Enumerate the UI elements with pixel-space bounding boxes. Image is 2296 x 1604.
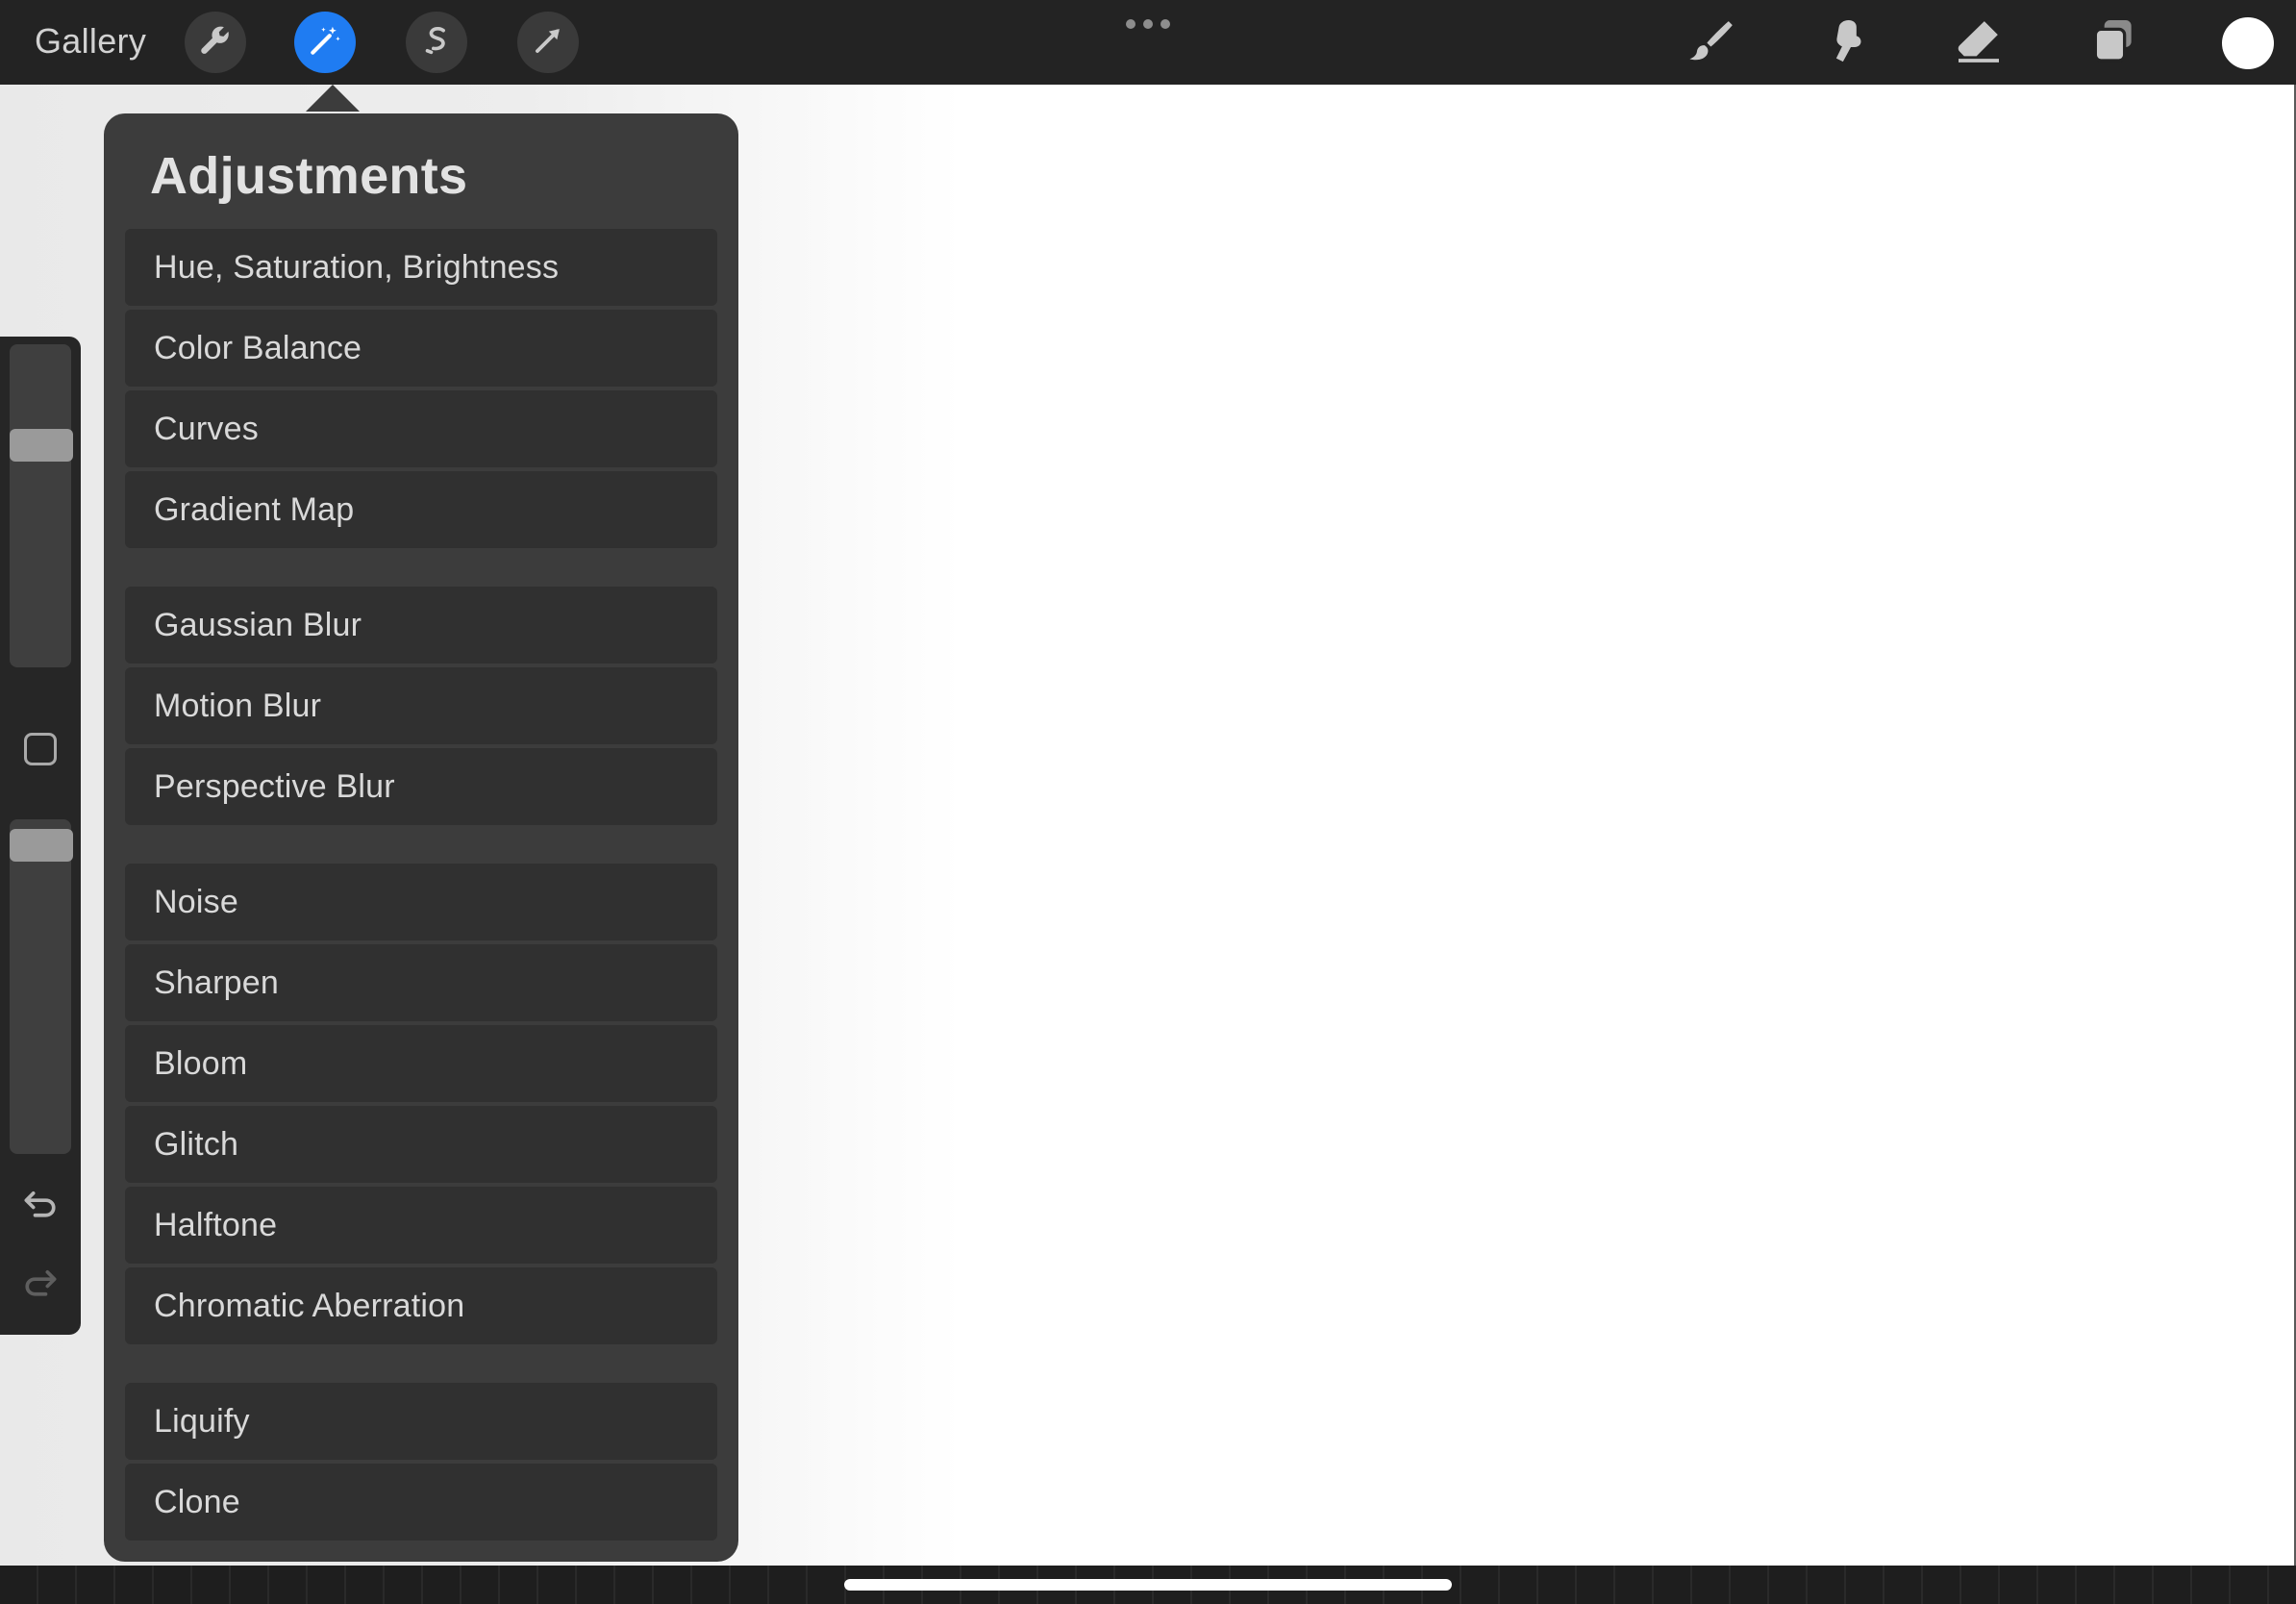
arrow-cursor-icon [530, 22, 566, 63]
menu-item-color-balance[interactable]: Color Balance [125, 310, 717, 387]
layers-button[interactable] [2084, 13, 2142, 71]
opacity-slider[interactable] [10, 819, 71, 1154]
menu-item-hue-saturation-brightness[interactable]: Hue, Saturation, Brightness [125, 229, 717, 306]
left-sidebar [0, 337, 81, 1335]
panel-title: Adjustments [150, 147, 468, 205]
square-icon[interactable] [24, 733, 57, 765]
menu-item-chromatic-aberration[interactable]: Chromatic Aberration [125, 1267, 717, 1344]
actions-button[interactable] [185, 12, 246, 73]
menu-item-noise[interactable]: Noise [125, 864, 717, 940]
layers-icon [2086, 13, 2140, 72]
menu-item-perspective-blur[interactable]: Perspective Blur [125, 748, 717, 825]
menu-item-curves[interactable]: Curves [125, 390, 717, 467]
more-dots-icon[interactable] [1126, 17, 1170, 31]
menu-item-gradient-map[interactable]: Gradient Map [125, 471, 717, 548]
opacity-thumb[interactable] [10, 829, 73, 862]
menu-item-glitch[interactable]: Glitch [125, 1106, 717, 1183]
menu-item-bloom[interactable]: Bloom [125, 1025, 717, 1102]
brush-size-thumb[interactable] [10, 429, 73, 462]
menu-item-sharpen[interactable]: Sharpen [125, 944, 717, 1021]
selection-s-icon [418, 22, 455, 63]
brush-icon [1683, 13, 1736, 72]
magic-wand-icon [307, 22, 343, 63]
brush-size-slider[interactable] [10, 344, 71, 667]
selection-button[interactable] [406, 12, 467, 73]
undo-icon[interactable] [19, 1181, 62, 1223]
wrench-icon [197, 22, 234, 63]
top-toolbar: Gallery [0, 0, 2296, 85]
adjustments-panel: Adjustments Hue, Saturation, Brightness … [104, 113, 738, 1562]
home-indicator[interactable] [844, 1579, 1452, 1591]
menu-item-gaussian-blur[interactable]: Gaussian Blur [125, 587, 717, 664]
adjustments-button[interactable] [294, 12, 356, 73]
brush-button[interactable] [1681, 13, 1738, 71]
smudge-button[interactable] [1815, 13, 1873, 71]
redo-icon[interactable] [19, 1260, 62, 1302]
menu-item-halftone[interactable]: Halftone [125, 1187, 717, 1264]
menu-item-motion-blur[interactable]: Motion Blur [125, 667, 717, 744]
eraser-button[interactable] [1950, 13, 2008, 71]
menu-item-liquify[interactable]: Liquify [125, 1383, 717, 1460]
color-swatch-button[interactable] [2222, 17, 2274, 69]
smudge-icon [1817, 13, 1871, 72]
popover-arrow [306, 85, 360, 112]
eraser-icon [1952, 13, 2006, 72]
transform-button[interactable] [517, 12, 579, 73]
menu-item-clone[interactable]: Clone [125, 1464, 717, 1541]
gallery-button[interactable]: Gallery [35, 17, 146, 65]
